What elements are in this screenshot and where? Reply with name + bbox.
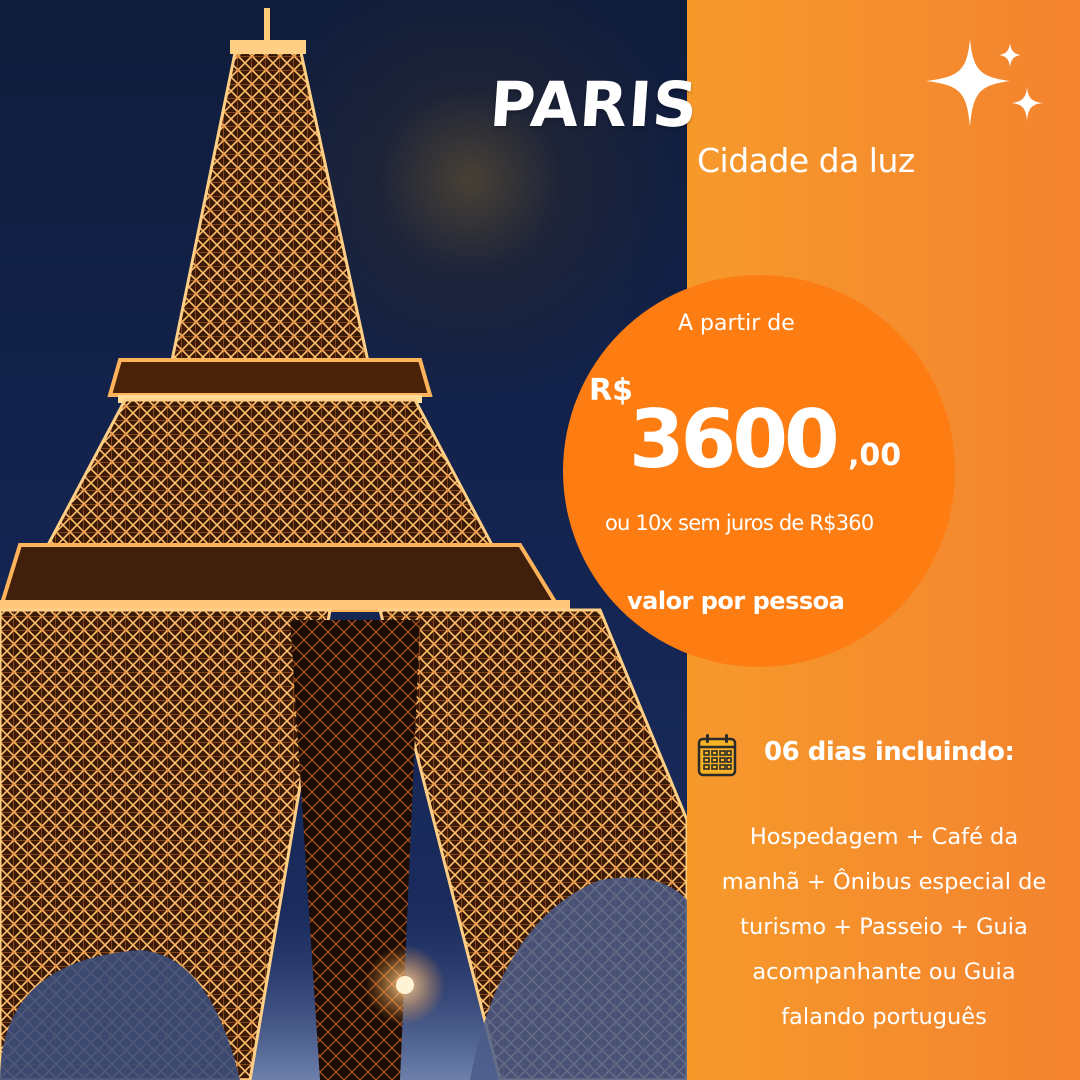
included-line: turismo + Passeio + Guia (740, 914, 1028, 940)
calendar-icon (697, 734, 737, 777)
travel-poster: PARIS Cidade da luz A partir de R$ 3600 … (0, 0, 1080, 1080)
included-list: Hospedagem + Café da manhã + Ônibus espe… (690, 815, 1078, 1040)
included-line: acompanhante ou Guia (752, 959, 1016, 985)
price-cents: ,00 (848, 438, 902, 473)
destination-subtitle: Cidade da luz (697, 141, 915, 180)
included-line: Hospedagem + Café da (749, 824, 1019, 850)
price-installments: ou 10x sem juros de R$360 (605, 511, 874, 535)
destination-title: PARIS (487, 68, 701, 141)
price-from-label: A partir de (678, 311, 795, 336)
price-currency: R$ (589, 373, 633, 408)
included-heading: 06 dias incluindo: (764, 737, 1015, 767)
included-line: manhã + Ônibus especial de (721, 869, 1047, 895)
sparkles-icon (926, 39, 1043, 127)
price-badge: A partir de R$ 3600 ,00 ou 10x sem juros… (563, 275, 955, 667)
price-amount: 3600 (629, 393, 840, 486)
included-line: falando português (781, 1004, 987, 1030)
price-per-person: valor por pessoa (627, 587, 845, 615)
